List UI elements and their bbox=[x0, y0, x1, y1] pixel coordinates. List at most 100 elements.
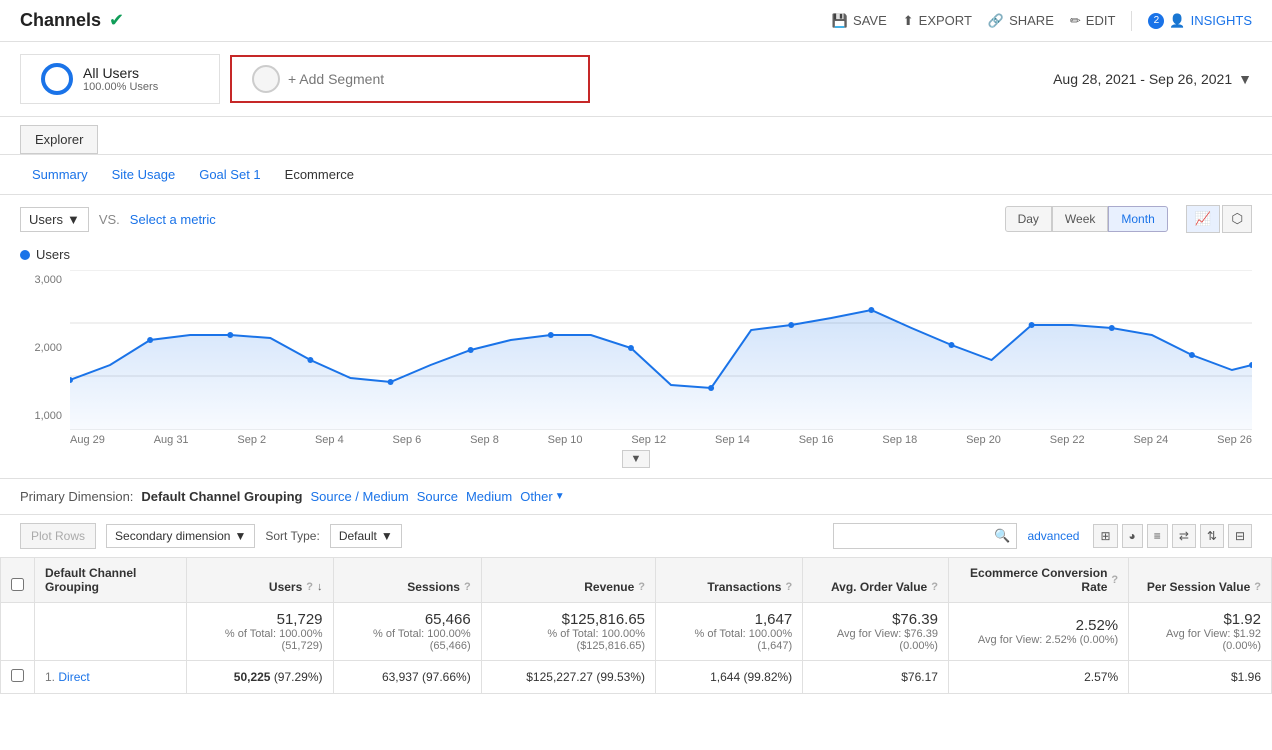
secondary-dimension-selector[interactable]: Secondary dimension ▼ bbox=[106, 524, 255, 548]
save-icon: 💾 bbox=[832, 13, 848, 29]
totals-row: 51,729 % of Total: 100.00% (51,729) 65,4… bbox=[1, 603, 1272, 661]
totals-sessions-cell: 65,466 % of Total: 100.00% (65,466) bbox=[333, 603, 481, 661]
totals-per-session-value: $1.92 bbox=[1139, 611, 1261, 628]
pie-chart-button[interactable]: ⬡ bbox=[1222, 205, 1252, 233]
export-button[interactable]: ⬆ EXPORT bbox=[903, 13, 972, 29]
row1-channel-link[interactable]: Direct bbox=[58, 670, 89, 684]
checkbox-header bbox=[1, 558, 35, 603]
segment-circle-icon bbox=[41, 63, 73, 95]
insights-badge: 2 bbox=[1148, 13, 1164, 29]
select-metric-link[interactable]: Select a metric bbox=[130, 212, 216, 227]
bar-view-button[interactable]: ≡ bbox=[1147, 524, 1168, 548]
time-btn-month[interactable]: Month bbox=[1108, 206, 1167, 232]
data-point bbox=[628, 345, 634, 351]
dimension-source-medium-link[interactable]: Source / Medium bbox=[310, 489, 408, 504]
pivot-view-button[interactable]: ⇅ bbox=[1200, 524, 1224, 548]
time-btn-week[interactable]: Week bbox=[1052, 206, 1108, 232]
save-button[interactable]: 💾 SAVE bbox=[832, 13, 887, 29]
add-segment-button[interactable]: + Add Segment bbox=[230, 55, 590, 103]
custom-view-button[interactable]: ⊟ bbox=[1228, 524, 1252, 548]
plot-rows-button: Plot Rows bbox=[20, 523, 96, 549]
sort-type-value: Default bbox=[339, 529, 377, 543]
x-label-aug29: Aug 29 bbox=[70, 434, 105, 446]
chart-controls: Users ▼ VS. Select a metric Day Week Mon… bbox=[0, 195, 1272, 243]
row1-checkbox[interactable] bbox=[11, 669, 24, 682]
avg-order-header: Avg. Order Value ? bbox=[803, 558, 949, 603]
per-session-info-icon[interactable]: ? bbox=[1254, 581, 1261, 593]
compare-view-button[interactable]: ⇄ bbox=[1172, 524, 1196, 548]
row1-per-session-cell: $1.96 bbox=[1129, 661, 1272, 694]
pie-chart-icon: ⬡ bbox=[1231, 211, 1243, 226]
totals-transactions-cell: 1,647 % of Total: 100.00% (1,647) bbox=[656, 603, 803, 661]
x-label-sep4: Sep 4 bbox=[315, 434, 344, 446]
chart-type-buttons: 📈 ⬡ bbox=[1186, 205, 1252, 233]
totals-avg-order-cell: $76.39 Avg for View: $76.39 (0.00%) bbox=[803, 603, 949, 661]
data-point bbox=[1189, 352, 1195, 358]
sessions-info-icon[interactable]: ? bbox=[464, 581, 471, 593]
data-point bbox=[388, 379, 394, 385]
date-range-selector[interactable]: Aug 28, 2021 - Sep 26, 2021 ▼ bbox=[1053, 71, 1252, 87]
pie-view-button[interactable]: ◕ bbox=[1122, 524, 1143, 548]
avg-order-info-icon[interactable]: ? bbox=[931, 581, 938, 593]
y-label-1000: 1,000 bbox=[20, 410, 62, 422]
tab-site-usage[interactable]: Site Usage bbox=[100, 163, 188, 186]
totals-transactions-sub: % of Total: 100.00% (1,647) bbox=[695, 628, 793, 652]
chart-legend: Users bbox=[20, 243, 1252, 270]
search-input[interactable] bbox=[840, 529, 990, 543]
table-controls: Plot Rows Secondary dimension ▼ Sort Typ… bbox=[0, 514, 1272, 557]
insights-button[interactable]: 2 👤 INSIGHTS bbox=[1148, 13, 1252, 29]
explorer-tab[interactable]: Explorer bbox=[20, 125, 98, 154]
totals-revenue-sub: % of Total: 100.00% ($125,816.65) bbox=[547, 628, 645, 652]
share-icon: 🔗 bbox=[988, 13, 1004, 29]
totals-users-cell: 51,729 % of Total: 100.00% (51,729) bbox=[187, 603, 333, 661]
chart-area: Users 3,000 2,000 1,000 bbox=[0, 243, 1272, 478]
row1-checkbox-cell bbox=[1, 661, 35, 694]
conv-rate-info-icon[interactable]: ? bbox=[1111, 574, 1118, 586]
row1-sessions-cell: 63,937 (97.66%) bbox=[333, 661, 481, 694]
share-button[interactable]: 🔗 SHARE bbox=[988, 13, 1054, 29]
grid-view-button[interactable]: ⊞ bbox=[1093, 524, 1117, 548]
dimension-medium-link[interactable]: Medium bbox=[466, 489, 512, 504]
time-btn-day[interactable]: Day bbox=[1005, 206, 1052, 232]
sort-type-selector[interactable]: Default ▼ bbox=[330, 524, 402, 548]
search-icon[interactable]: 🔍 bbox=[994, 528, 1010, 544]
secondary-dim-chevron-icon: ▼ bbox=[234, 529, 246, 543]
table-container: Default Channel Grouping Users ? ↓ Sessi… bbox=[0, 557, 1272, 694]
dimension-other-dropdown[interactable]: Other ▼ bbox=[520, 489, 564, 504]
row1-users-pct: (97.29%) bbox=[274, 670, 323, 684]
x-label-sep2: Sep 2 bbox=[237, 434, 266, 446]
totals-users-value: 51,729 bbox=[197, 611, 322, 628]
dimension-source-link[interactable]: Source bbox=[417, 489, 458, 504]
x-label-sep20: Sep 20 bbox=[966, 434, 1001, 446]
users-sort-icon[interactable]: ↓ bbox=[317, 581, 323, 593]
x-axis: Aug 29 Aug 31 Sep 2 Sep 4 Sep 6 Sep 8 Se… bbox=[70, 430, 1252, 446]
per-session-header: Per Session Value ? bbox=[1129, 558, 1272, 603]
row1-users-cell: 50,225 (97.29%) bbox=[187, 661, 333, 694]
tab-goal-set[interactable]: Goal Set 1 bbox=[187, 163, 272, 186]
data-point bbox=[1029, 322, 1035, 328]
secondary-dim-label: Secondary dimension bbox=[115, 529, 230, 543]
segment-pct: 100.00% Users bbox=[83, 81, 158, 93]
chart-scroll-down-button[interactable]: ▼ bbox=[622, 450, 651, 468]
revenue-info-icon[interactable]: ? bbox=[638, 581, 645, 593]
transactions-info-icon[interactable]: ? bbox=[785, 581, 792, 593]
users-info-icon[interactable]: ? bbox=[306, 581, 313, 593]
row1-channel-cell: 1. Direct bbox=[35, 661, 187, 694]
metric-selector[interactable]: Users ▼ bbox=[20, 207, 89, 232]
select-all-checkbox[interactable] bbox=[11, 578, 24, 591]
row1-avg-order-cell: $76.17 bbox=[803, 661, 949, 694]
dimension-other-label: Other bbox=[520, 489, 553, 504]
row1-transactions-pct: (99.82%) bbox=[743, 670, 792, 684]
advanced-link[interactable]: advanced bbox=[1027, 529, 1079, 543]
tab-summary[interactable]: Summary bbox=[20, 163, 100, 186]
x-label-sep8: Sep 8 bbox=[470, 434, 499, 446]
row1-per-session-value: $1.96 bbox=[1231, 670, 1261, 684]
metric-label: Users bbox=[29, 212, 63, 227]
chart-svg-container: Aug 29 Aug 31 Sep 2 Sep 4 Sep 6 Sep 8 Se… bbox=[70, 270, 1252, 446]
row1-conv-rate-cell: 2.57% bbox=[948, 661, 1128, 694]
line-chart-button[interactable]: 📈 bbox=[1186, 205, 1221, 233]
edit-button[interactable]: ✏ EDIT bbox=[1070, 13, 1116, 29]
tab-ecommerce[interactable]: Ecommerce bbox=[273, 163, 366, 186]
segment-name: All Users bbox=[83, 65, 158, 81]
page-title: Channels bbox=[20, 10, 101, 31]
